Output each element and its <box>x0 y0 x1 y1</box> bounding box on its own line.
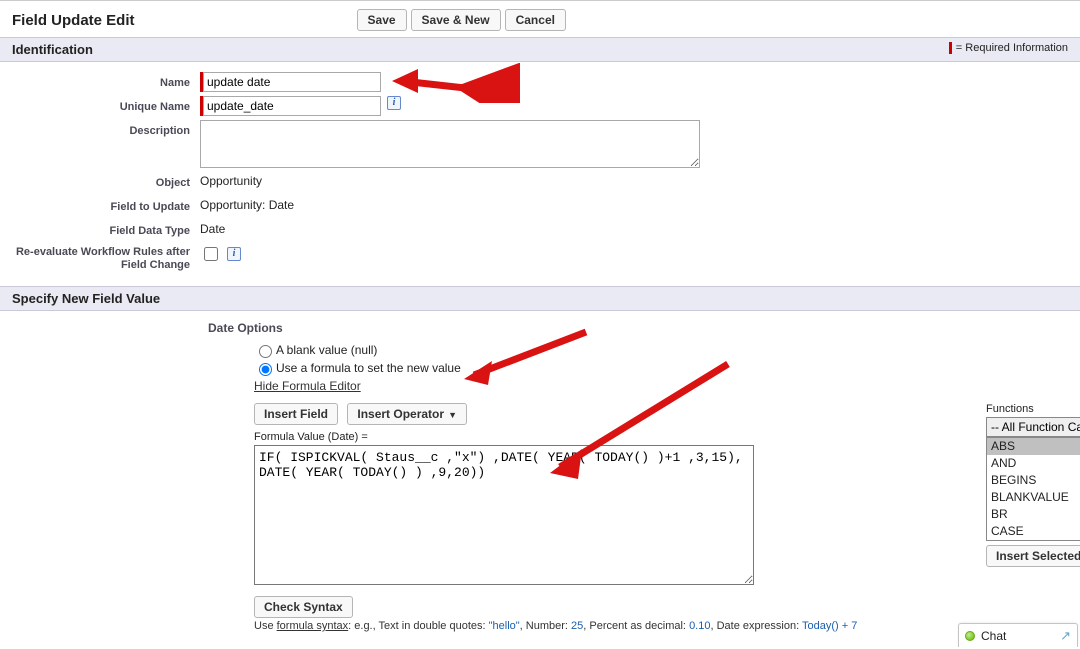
formula-toolbar: Insert Field Insert Operator ▼ <box>254 403 974 425</box>
row-object: Object Opportunity <box>0 170 1080 194</box>
insert-operator-button[interactable]: Insert Operator ▼ <box>347 403 467 425</box>
save-button[interactable]: Save <box>357 9 407 31</box>
formula-value-label: Formula Value (Date) = <box>254 431 974 443</box>
specify-form: Date Options A blank value (null) Use a … <box>0 311 1080 644</box>
radio-blank-label: A blank value (null) <box>276 341 377 359</box>
page: Field Update Edit Save Save & New Cancel… <box>0 0 1080 649</box>
section-specify: Specify New Field Value <box>0 286 1080 311</box>
section-specify-title: Specify New Field Value <box>12 291 160 306</box>
description-textarea[interactable] <box>200 120 700 168</box>
required-info-note: = Required Information <box>949 42 1068 54</box>
label-field-to-update: Field to Update <box>0 196 200 216</box>
page-header: Field Update Edit Save Save & New Cancel <box>0 1 1080 37</box>
reevaluate-checkbox[interactable] <box>204 247 218 261</box>
insert-operator-label: Insert Operator <box>357 407 444 421</box>
radio-blank-value[interactable]: A blank value (null) <box>254 341 1080 359</box>
function-item-blankvalue[interactable]: BLANKVALUE <box>987 489 1080 506</box>
functions-label: Functions <box>986 403 1080 415</box>
info-icon[interactable]: i <box>227 247 241 261</box>
row-reevaluate: Re-evaluate Workflow Rules after Field C… <box>0 242 1080 274</box>
row-field-to-update: Field to Update Opportunity: Date <box>0 194 1080 218</box>
function-item-begins[interactable]: BEGINS <box>987 472 1080 489</box>
row-name: Name <box>0 70 1080 94</box>
formula-textarea[interactable]: IF( ISPICKVAL( Staus__c ,"x") ,DATE( YEA… <box>254 445 754 585</box>
label-name: Name <box>0 72 200 92</box>
radio-formula-input[interactable] <box>259 363 272 376</box>
function-item-abs[interactable]: ABS <box>987 438 1080 455</box>
function-list[interactable]: ABS AND BEGINS BLANKVALUE BR CASE <box>986 437 1080 541</box>
functions-panel: Functions -- All Function Categories -- … <box>986 403 1080 567</box>
row-unique-name: Unique Name i <box>0 94 1080 118</box>
hide-formula-editor-link[interactable]: Hide Formula Editor <box>254 379 361 393</box>
radio-use-formula[interactable]: Use a formula to set the new value <box>254 359 1080 377</box>
formula-left-column: Insert Field Insert Operator ▼ Formula Va… <box>254 403 974 632</box>
function-category-select[interactable]: -- All Function Categories -- <box>986 417 1080 437</box>
function-item-case[interactable]: CASE <box>987 523 1080 540</box>
name-input[interactable] <box>203 72 381 92</box>
value-field-to-update: Opportunity: Date <box>200 196 294 212</box>
identification-form: Name Unique Name i Description Object Op… <box>0 62 1080 286</box>
section-identification: Identification = Required Information <box>0 37 1080 62</box>
insert-selected-function-button[interactable]: Insert Selected Function <box>986 545 1080 567</box>
radio-blank-input[interactable] <box>259 345 272 358</box>
date-options-title: Date Options <box>208 321 1080 335</box>
formula-editor: Insert Field Insert Operator ▼ Formula Va… <box>254 403 1080 632</box>
label-field-data-type: Field Data Type <box>0 220 200 240</box>
label-object: Object <box>0 172 200 192</box>
label-description: Description <box>0 120 200 140</box>
info-icon[interactable]: i <box>387 96 401 110</box>
value-object: Opportunity <box>200 172 262 188</box>
value-field-data-type: Date <box>200 220 225 236</box>
insert-field-button[interactable]: Insert Field <box>254 403 338 425</box>
cancel-button[interactable]: Cancel <box>505 9 566 31</box>
radio-formula-label: Use a formula to set the new value <box>276 359 461 377</box>
section-identification-title: Identification <box>12 42 93 57</box>
required-mark-icon <box>949 42 952 54</box>
popout-icon[interactable]: ↗ <box>1060 628 1071 644</box>
presence-dot-icon <box>965 631 975 641</box>
function-item-and[interactable]: AND <box>987 455 1080 472</box>
label-unique-name: Unique Name <box>0 96 200 116</box>
save-and-new-button[interactable]: Save & New <box>411 9 501 31</box>
chevron-down-icon: ▼ <box>448 410 457 420</box>
formula-syntax-link[interactable]: formula syntax <box>277 620 349 632</box>
chat-widget[interactable]: Chat ↗ <box>958 623 1078 647</box>
chat-label: Chat <box>981 629 1006 643</box>
row-description: Description <box>0 118 1080 170</box>
label-reevaluate: Re-evaluate Workflow Rules after Field C… <box>0 244 200 272</box>
function-item-br[interactable]: BR <box>987 506 1080 523</box>
check-syntax-button[interactable]: Check Syntax <box>254 596 353 618</box>
formula-hint: Use formula syntax: e.g., Text in double… <box>254 620 974 632</box>
row-field-data-type: Field Data Type Date <box>0 218 1080 242</box>
page-title: Field Update Edit <box>12 12 135 29</box>
unique-name-input[interactable] <box>203 96 381 116</box>
